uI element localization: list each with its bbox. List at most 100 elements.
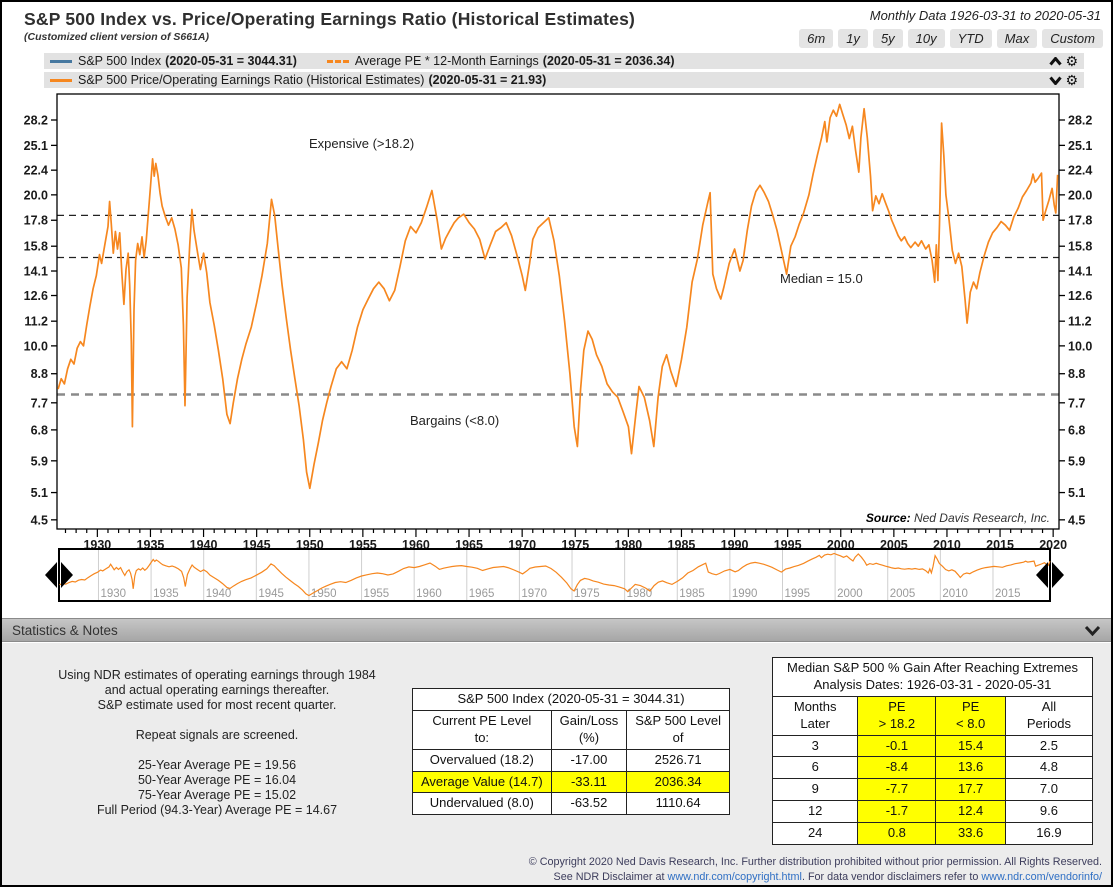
- navigator-year-label: 1930: [100, 588, 126, 600]
- navigator-year-label: 1945: [258, 588, 284, 600]
- gain-table-title: Median S&P 500 % Gain After Reaching Ext…: [772, 657, 1093, 697]
- navigator[interactable]: 1930 1935 1940 1945 1950 1955 1960 1965 1970 1975…: [32, 542, 1082, 608]
- navigator-year-label: 1975: [574, 588, 600, 600]
- table-cell: -33.11: [550, 770, 628, 794]
- legend-row-1: S&P 500 Index (2020-05-31 = 3044.31) Avera…: [44, 53, 1084, 69]
- y-axis-label: 7.7: [1068, 396, 1085, 410]
- notes-line: Repeat signals are screened.: [135, 728, 299, 742]
- chevron-up-icon[interactable]: [1049, 56, 1063, 66]
- navigator-year-label: 1960: [416, 588, 442, 600]
- navigator-year-label: 1970: [521, 588, 547, 600]
- navigator-year-label: 1985: [679, 588, 705, 600]
- range-button-custom[interactable]: Custom: [1042, 29, 1103, 48]
- y-axis-label: 11.2: [24, 315, 48, 329]
- table-row: 9 -7.7 17.7 7.0: [771, 778, 1093, 802]
- y-axis-label: 28.2: [24, 114, 48, 128]
- table-cell: 2036.34: [626, 770, 730, 794]
- table-cell: Undervalued (8.0): [412, 792, 552, 816]
- main-chart: 28.2 28.2 25.1 25.1 22.4 22.4 20.0 20.0 17.8 17.8…: [24, 93, 1092, 552]
- page-title: S&P 500 Index vs. Price/Operating Earnin…: [24, 9, 636, 29]
- table-cell: -17.00: [550, 748, 628, 772]
- gear-icon[interactable]: ⚙: [1065, 54, 1078, 68]
- gain-table-header: PE > 18.2: [857, 695, 937, 736]
- range-button-5y[interactable]: 5y: [872, 29, 903, 48]
- notes-line: Using NDR estimates of operating earning…: [58, 668, 376, 682]
- table-cell: Average Value (14.7): [412, 770, 552, 794]
- notes-line: [17, 743, 417, 758]
- y-axis-label: 7.7: [31, 396, 48, 410]
- notes-line: 50-Year Average PE = 16.04: [137, 773, 297, 787]
- stats-notes-bar[interactable]: Statistics & Notes: [2, 618, 1111, 642]
- gain-table-header: All Periods: [1004, 695, 1093, 736]
- y-axis-label: 12.6: [24, 289, 48, 303]
- table-cell: 3: [771, 734, 859, 758]
- notes-line: 25-Year Average PE = 19.56: [137, 758, 297, 772]
- copyright-text-segment: . For data vendor disclaimers refer to: [801, 870, 982, 883]
- disclaimer-link[interactable]: www.ndr.com/vendorinfo/: [981, 871, 1102, 883]
- range-button-10y[interactable]: 10y: [907, 29, 945, 48]
- copyright-text-segment: See NDR Disclaimer at: [553, 870, 668, 883]
- legend-label: Average PE * 12-Month Earnings: [354, 54, 539, 68]
- y-axis-label: 22.4: [24, 164, 48, 178]
- legend-value: (2020-05-31 = 2036.34): [542, 54, 675, 68]
- range-button-ytd[interactable]: YTD: [949, 29, 992, 48]
- y-axis-label: 6.8: [1068, 423, 1085, 437]
- legend-label: S&P 500 Index: [78, 54, 162, 68]
- navigator-year-label: 1950: [311, 588, 337, 600]
- table-cell: 2526.71: [626, 748, 730, 772]
- table-cell: -0.1: [857, 734, 937, 758]
- dash-orange-swatch-icon: [326, 59, 349, 63]
- gear-icon[interactable]: ⚙: [1065, 73, 1078, 87]
- y-axis-label: 14.1: [24, 265, 48, 279]
- y-axis-label: 12.6: [1068, 289, 1092, 303]
- navigator-year-label: 2005: [890, 588, 916, 600]
- pe-table-header: Current PE Level to:: [412, 709, 552, 750]
- table-cell: -8.4: [857, 756, 937, 780]
- table-row: Average Value (14.7) -33.11 2036.34: [412, 770, 730, 794]
- table-cell: 24: [771, 822, 859, 846]
- legend: S&P 500 Index (2020-05-31 = 3044.31) Avera…: [44, 53, 1084, 91]
- y-axis-label: 10.0: [24, 339, 48, 353]
- y-axis-label: 25.1: [24, 139, 48, 153]
- plot-border: [56, 93, 1060, 530]
- y-axis-label: 22.4: [1068, 164, 1092, 178]
- legend-entry: S&P 500 Index (2020-05-31 = 3044.31): [48, 54, 297, 68]
- chart-annotation: Bargains (<8.0): [410, 413, 499, 428]
- pe-level-table: S&P 500 Index (2020-05-31 = 3044.31) Curr…: [412, 688, 730, 816]
- source-label: Source: Ned Davis Research, Inc.: [866, 511, 1050, 525]
- chevron-down-icon[interactable]: [1049, 76, 1063, 85]
- range-button-6m[interactable]: 6m: [799, 29, 834, 48]
- navigator-year-label: 1965: [469, 588, 495, 600]
- table-cell: 16.9: [1004, 822, 1093, 846]
- chart-annotation: Median = 15.0: [780, 271, 863, 286]
- table-cell: 1110.64: [626, 792, 730, 816]
- table-row: 12 -1.7 12.4 9.6: [771, 800, 1093, 824]
- table-row: Undervalued (8.0) -63.52 1110.64: [412, 792, 730, 816]
- range-button-max[interactable]: Max: [996, 29, 1038, 48]
- table-cell: 0.8: [857, 822, 937, 846]
- y-axis-label: 10.0: [1068, 339, 1092, 353]
- stats-notes-label: Statistics & Notes: [12, 622, 118, 638]
- disclaimer-link[interactable]: www.ndr.com/copyright.html: [668, 871, 802, 883]
- y-axis-label: 5.9: [1068, 454, 1085, 468]
- table-cell: 12.4: [935, 800, 1006, 824]
- y-axis-label: 20.0: [1068, 188, 1092, 202]
- range-button-1y[interactable]: 1y: [838, 29, 868, 48]
- table-cell: 17.7: [935, 778, 1006, 802]
- y-axis-label: 17.8: [24, 214, 48, 228]
- legend-entry: S&P 500 Price/Operating Earnings Ratio (…: [48, 73, 546, 87]
- collapse-chevron-icon[interactable]: [1084, 625, 1101, 636]
- y-axis-label: 25.1: [1068, 139, 1092, 153]
- table-cell: -63.52: [550, 792, 628, 816]
- page-subtitle: (Customized client version of S661A): [24, 31, 209, 43]
- y-axis-label: 5.1: [31, 486, 48, 500]
- y-axis-label: 5.1: [1068, 486, 1085, 500]
- range-buttons: 6m 1y 5y 10y YTD Max Custom: [799, 29, 1103, 48]
- navigator-year-label: 1990: [732, 588, 758, 600]
- table-cell: 4.8: [1004, 756, 1093, 780]
- table-row: Overvalued (18.2) -17.00 2526.71: [412, 748, 730, 772]
- navigator-year-label: 2000: [837, 588, 863, 600]
- navigator-year-label: 2010: [942, 588, 968, 600]
- table-cell: 6: [771, 756, 859, 780]
- gain-table-header: Months Later: [771, 695, 859, 736]
